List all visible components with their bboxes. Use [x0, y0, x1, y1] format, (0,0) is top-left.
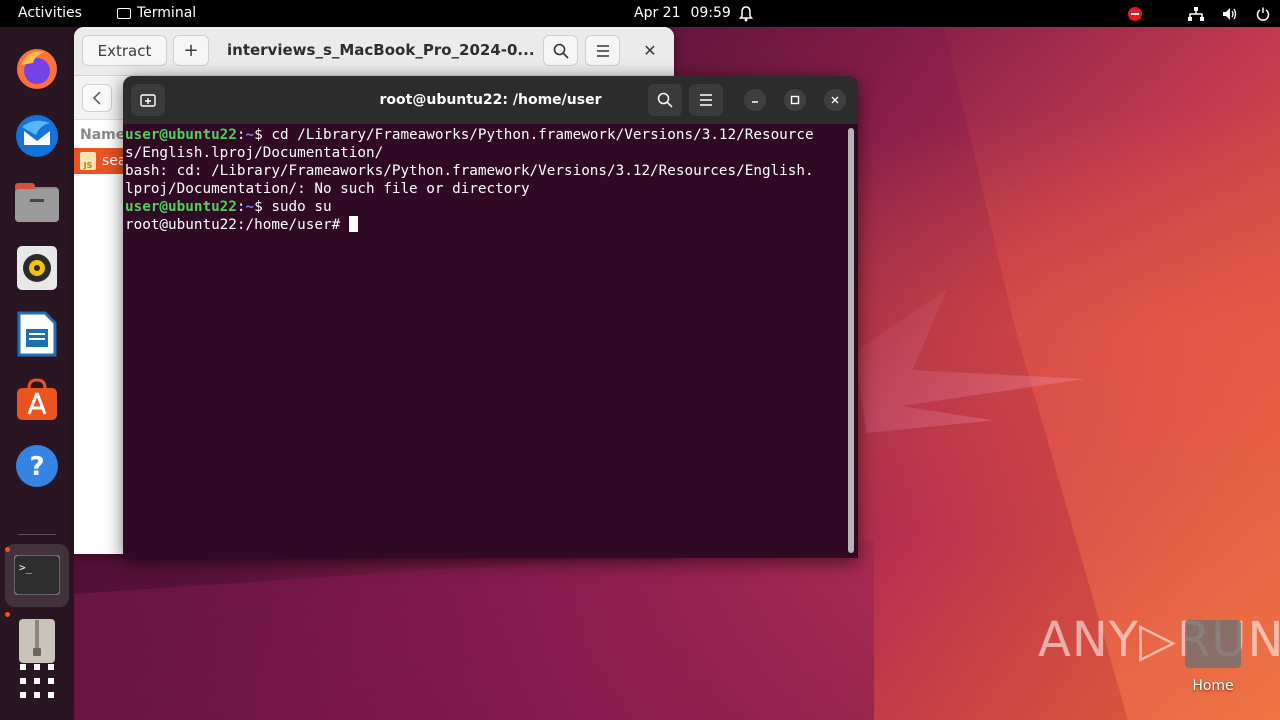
anyrun-watermark: ANY▷RUN — [1038, 612, 1280, 668]
terminal-menu-button[interactable] — [689, 84, 723, 116]
root-prompt: root@ubuntu22:/home/user# — [125, 217, 349, 233]
command-text: $ cd /Library/Frameaworks/Python.framewo… — [254, 127, 814, 143]
chevron-left-icon — [92, 91, 101, 105]
maximize-button[interactable] — [784, 89, 806, 111]
thunderbird-icon[interactable] — [13, 112, 61, 160]
help-icon[interactable]: ? — [13, 442, 61, 490]
archive-menu-button[interactable] — [585, 35, 620, 66]
maximize-icon — [790, 95, 800, 105]
terminal-line: root@ubuntu22:/home/user# — [125, 216, 845, 234]
terminal-line: bash: cd: /Library/Frameaworks/Python.fr… — [125, 163, 814, 179]
close-button[interactable] — [824, 89, 846, 111]
app-menu[interactable]: Terminal — [117, 0, 196, 27]
firefox-icon[interactable] — [13, 45, 61, 93]
files-icon[interactable] — [13, 178, 61, 226]
prompt-path: ~ — [245, 127, 255, 143]
terminal-line: user@ubuntu22:~$ cd /Library/Frameaworks… — [125, 126, 845, 144]
running-indicator — [5, 547, 10, 552]
minimize-icon — [752, 101, 758, 103]
prompt-separator: : — [236, 199, 246, 215]
show-apps-icon[interactable] — [13, 657, 61, 705]
search-icon — [553, 43, 569, 59]
volume-icon[interactable] — [1222, 7, 1238, 21]
activities-button[interactable]: Activities — [18, 0, 82, 27]
clock[interactable]: Apr 21 09:59 — [634, 0, 731, 27]
system-tray[interactable] — [1128, 0, 1270, 27]
app-center-icon[interactable] — [13, 376, 61, 424]
top-bar: Activities Terminal Apr 21 09:59 — [0, 0, 1280, 27]
search-icon — [657, 92, 673, 108]
home-folder-icon[interactable] — [1185, 620, 1241, 668]
archive-window-title: interviews_s_MacBook_Pro_2024-0... — [227, 41, 535, 59]
terminal-scrollbar[interactable] — [848, 128, 854, 553]
prompt-user: user@ubuntu22 — [125, 127, 237, 143]
terminal-icon — [117, 8, 131, 19]
wallpaper-facet — [74, 540, 874, 720]
new-tab-icon — [140, 94, 156, 107]
app-menu-label: Terminal — [137, 5, 197, 21]
power-icon[interactable] — [1256, 7, 1270, 21]
terminal-search-button[interactable] — [648, 84, 682, 116]
clock-date: Apr 21 — [634, 5, 681, 21]
command-text: $ sudo su — [254, 199, 332, 215]
terminal-headerbar: root@ubuntu22: /home/user — [123, 76, 858, 124]
prompt-separator: : — [236, 127, 246, 143]
dock-separator — [18, 534, 56, 535]
js-file-icon: JS — [80, 152, 96, 170]
hamburger-icon — [596, 44, 609, 57]
clock-time: 09:59 — [690, 5, 731, 21]
svg-text:>_: >_ — [19, 561, 33, 574]
column-header-name[interactable]: Name — [80, 127, 125, 143]
running-indicator — [5, 612, 10, 617]
home-folder-label[interactable]: Home — [1185, 678, 1241, 694]
archive-close-button[interactable]: ✕ — [634, 35, 666, 66]
network-icon[interactable] — [1188, 6, 1204, 21]
terminal-line: s/English.lproj/Documentation/ — [125, 145, 384, 161]
back-button[interactable] — [82, 84, 112, 112]
add-files-button[interactable]: + — [173, 35, 209, 66]
minimize-button[interactable] — [744, 89, 766, 111]
archive-headerbar: Extract + interviews_s_MacBook_Pro_2024-… — [74, 27, 674, 76]
archive-search-button[interactable] — [543, 35, 578, 66]
dock: ? >_ — [0, 27, 74, 720]
extract-button[interactable]: Extract — [82, 35, 167, 66]
new-tab-button[interactable] — [131, 84, 165, 116]
do-not-disturb-icon[interactable] — [1128, 6, 1142, 21]
terminal-icon[interactable]: >_ — [13, 551, 61, 599]
prompt-user: user@ubuntu22 — [125, 199, 237, 215]
terminal-output[interactable]: user@ubuntu22:~$ cd /Library/Frameaworks… — [125, 126, 845, 234]
notification-bell-icon[interactable] — [738, 0, 754, 27]
rhythmbox-icon[interactable] — [13, 244, 61, 292]
prompt-path: ~ — [245, 199, 255, 215]
close-icon — [831, 96, 839, 104]
terminal-window[interactable]: root@ubuntu22: /home/user user@ubuntu22:… — [123, 76, 858, 558]
libreoffice-writer-icon[interactable] — [13, 310, 61, 358]
terminal-line: user@ubuntu22:~$ sudo su — [125, 198, 845, 216]
text-cursor — [348, 216, 358, 232]
hamburger-icon — [700, 94, 712, 106]
terminal-line: lproj/Documentation/: No such file or di… — [125, 181, 530, 197]
svg-text:?: ? — [29, 452, 44, 482]
